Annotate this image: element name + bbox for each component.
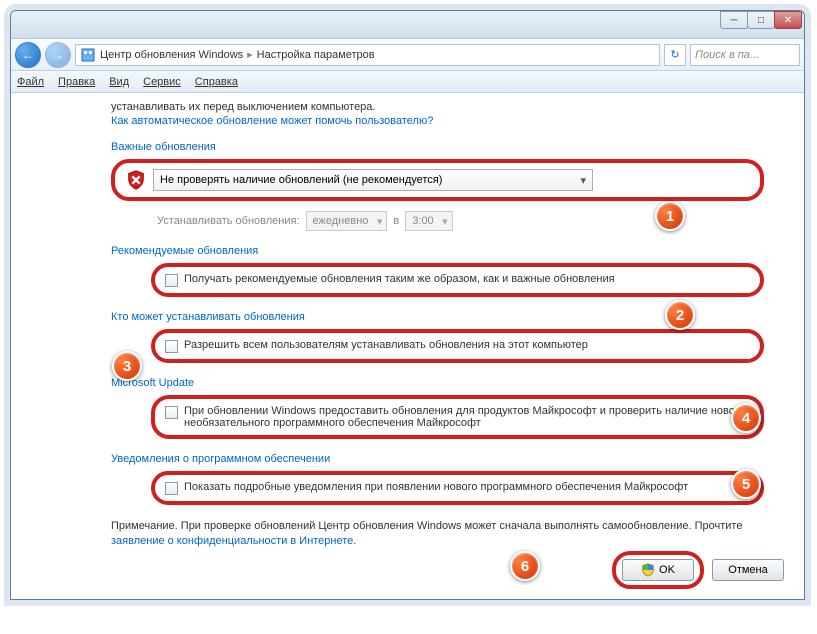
schedule-time-combo: 3:00 xyxy=(405,211,452,231)
intro-text: устанавливать их перед выключением компь… xyxy=(111,101,764,113)
content-area: устанавливать их перед выключением компь… xyxy=(11,93,804,599)
highlight-2: Получать рекомендуемые обновления таким … xyxy=(151,263,764,297)
maximize-button[interactable]: □ xyxy=(747,11,775,29)
section-software-notifications: Уведомления о программном обеспечении xyxy=(111,453,764,465)
breadcrumb-separator: ▸ xyxy=(247,48,253,61)
nav-toolbar: ← → Центр обновления Windows ▸ Настройка… xyxy=(11,39,804,71)
checkbox-notify[interactable] xyxy=(165,482,178,495)
callout-6: 6 xyxy=(510,551,540,581)
privacy-link[interactable]: заявление о конфиденциальности в Интерне… xyxy=(111,535,353,547)
callout-3: 3 xyxy=(112,351,142,381)
schedule-label: Устанавливать обновления: xyxy=(157,215,300,227)
cancel-button[interactable]: Отмена xyxy=(712,559,784,581)
help-link[interactable]: Как автоматическое обновление может помо… xyxy=(111,115,764,127)
breadcrumb[interactable]: Центр обновления Windows ▸ Настройка пар… xyxy=(75,44,660,66)
highlight-5: Показать подробные уведомления при появл… xyxy=(151,471,764,505)
search-input[interactable]: Поиск в па... xyxy=(690,44,800,66)
checkbox-recommended-label: Получать рекомендуемые обновления таким … xyxy=(184,273,615,285)
callout-5: 5 xyxy=(731,469,761,499)
schedule-at-label: в xyxy=(393,215,399,227)
checkbox-recommended[interactable] xyxy=(165,274,178,287)
titlebar[interactable]: ─ □ ✕ xyxy=(11,11,804,39)
highlight-1: Не проверять наличие обновлений (не реко… xyxy=(111,159,764,201)
shield-error-icon xyxy=(125,169,147,191)
uac-shield-icon xyxy=(641,563,655,577)
refresh-button[interactable]: ↻ xyxy=(664,44,686,66)
checkbox-msupdate-label: При обновлении Windows предоставить обно… xyxy=(184,405,750,429)
update-mode-dropdown[interactable]: Не проверять наличие обновлений (не реко… xyxy=(153,169,593,191)
menu-view[interactable]: Вид xyxy=(109,76,129,88)
menu-file[interactable]: Файл xyxy=(17,76,44,88)
section-recommended-updates: Рекомендуемые обновления xyxy=(111,245,764,257)
button-row: OK Отмена xyxy=(612,551,784,589)
section-microsoft-update: Microsoft Update xyxy=(111,377,764,389)
close-button[interactable]: ✕ xyxy=(774,11,802,29)
menu-bar: Файл Правка Вид Сервис Справка xyxy=(11,71,804,93)
schedule-frequency-combo: ежедневно xyxy=(306,211,388,231)
window-controls: ─ □ ✕ xyxy=(721,11,802,29)
checkbox-allusers-label: Разрешить всем пользователям устанавлива… xyxy=(184,339,588,351)
breadcrumb-item-2[interactable]: Настройка параметров xyxy=(257,49,375,61)
control-panel-icon xyxy=(80,47,96,63)
highlight-6: OK xyxy=(612,551,704,589)
back-button[interactable]: ← xyxy=(15,42,41,68)
breadcrumb-item-1[interactable]: Центр обновления Windows xyxy=(100,49,243,61)
forward-button[interactable]: → xyxy=(45,42,71,68)
section-important-updates: Важные обновления xyxy=(111,141,764,153)
checkbox-notify-label: Показать подробные уведомления при появл… xyxy=(184,481,688,493)
privacy-note: Примечание. При проверке обновлений Цент… xyxy=(111,519,764,550)
highlight-3: Разрешить всем пользователям устанавлива… xyxy=(151,329,764,363)
ok-button[interactable]: OK xyxy=(622,559,694,581)
menu-tools[interactable]: Сервис xyxy=(143,76,181,88)
menu-help[interactable]: Справка xyxy=(195,76,238,88)
checkbox-msupdate[interactable] xyxy=(165,406,178,419)
callout-2: 2 xyxy=(665,300,695,330)
highlight-4: При обновлении Windows предоставить обно… xyxy=(151,395,764,439)
checkbox-allusers[interactable] xyxy=(165,340,178,353)
minimize-button[interactable]: ─ xyxy=(720,11,748,29)
menu-edit[interactable]: Правка xyxy=(58,76,95,88)
callout-1: 1 xyxy=(655,201,685,231)
callout-4: 4 xyxy=(731,403,761,433)
